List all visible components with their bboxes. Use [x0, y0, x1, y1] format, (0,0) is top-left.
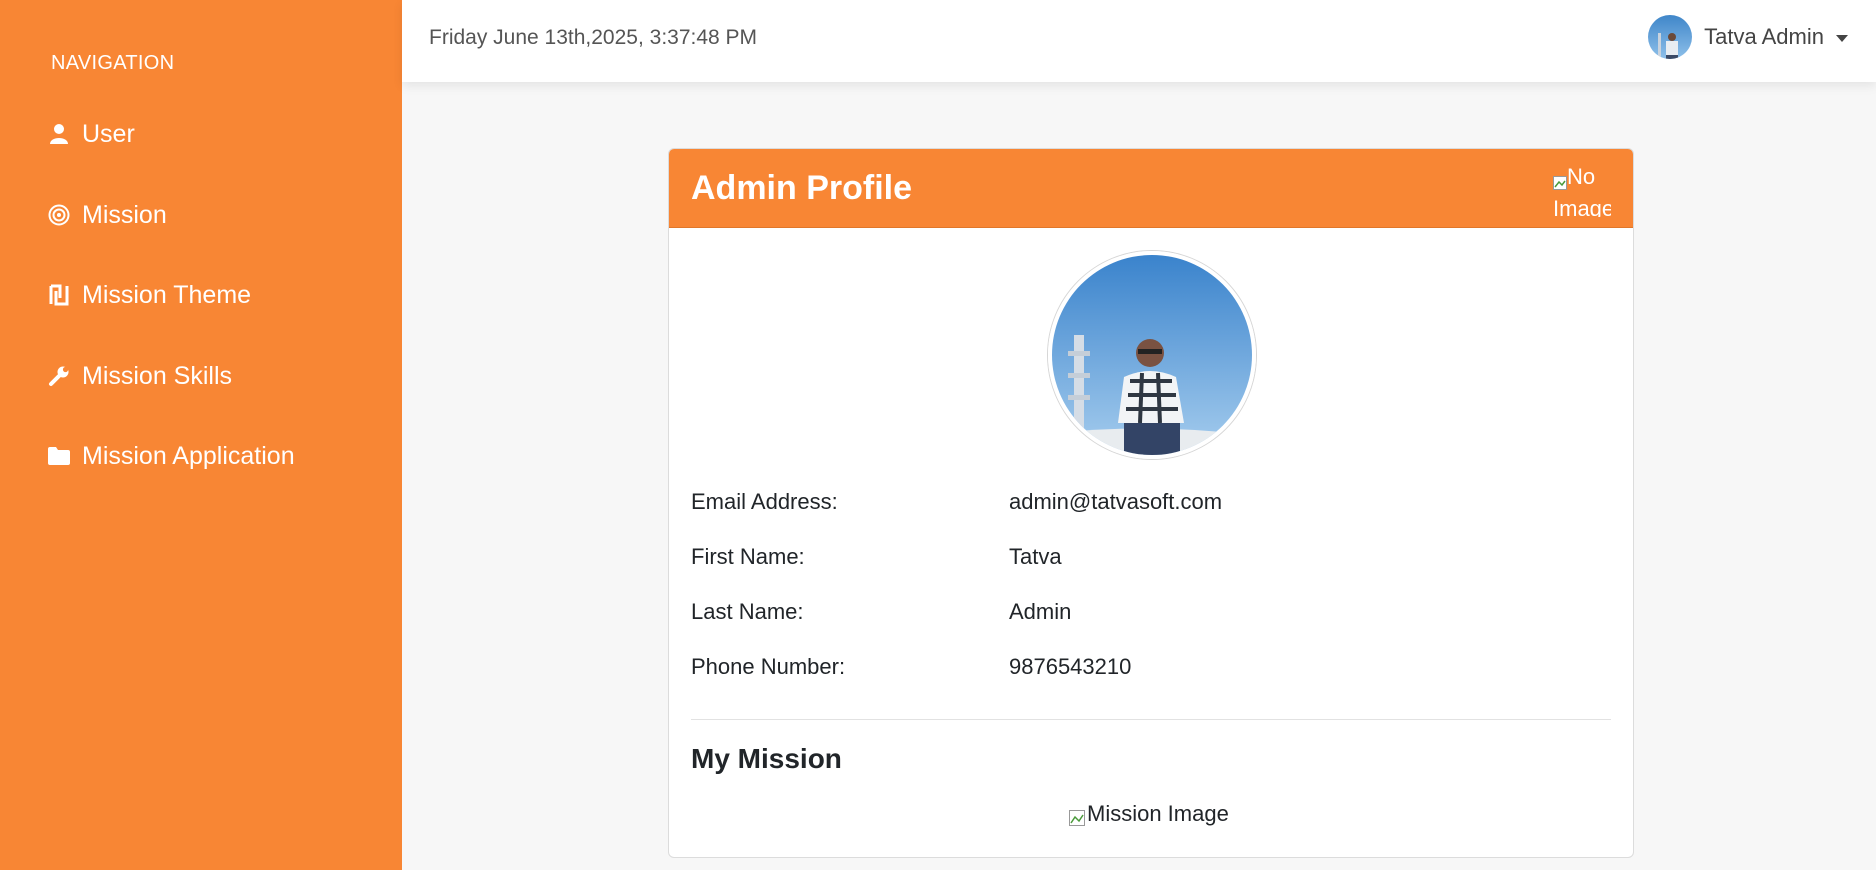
- field-label: Last Name:: [691, 599, 804, 624]
- user-name: Tatva Admin: [1704, 24, 1824, 49]
- sidebar-item-mission-skills[interactable]: Mission Skills: [48, 356, 232, 396]
- field-label: Phone Number:: [691, 654, 846, 679]
- target-icon: [48, 204, 70, 226]
- field-value: 9876543210: [1009, 654, 1132, 679]
- topbar: Friday June 13th,2025, 3:37:48 PM Tatva …: [402, 0, 1876, 82]
- sidebar-item-label: Mission Theme: [82, 280, 252, 309]
- avatar: [1648, 15, 1693, 59]
- sidebar-item-mission-theme[interactable]: Mission Theme: [48, 275, 251, 315]
- folder-icon: [48, 445, 70, 467]
- broken-image-icon: [1069, 806, 1085, 826]
- chevron-down-icon: [1836, 34, 1848, 42]
- user-menu-dropdown[interactable]: Tatva Admin: [1648, 15, 1848, 59]
- mission-image-alt: Mission Image: [1087, 801, 1229, 826]
- field-label: Email Address:: [691, 489, 838, 514]
- header-image: No Image: [1553, 161, 1611, 217]
- theme-icon: [48, 284, 70, 306]
- sidebar-item-user[interactable]: User: [48, 114, 135, 154]
- sidebar-item-label: Mission: [82, 200, 167, 229]
- mission-image: Mission Image: [1069, 801, 1229, 827]
- datetime: Friday June 13th,2025, 3:37:48 PM: [429, 26, 758, 49]
- field-value: Admin: [1009, 599, 1072, 624]
- section-title: My Mission: [691, 743, 842, 774]
- sidebar-item-label: User: [82, 119, 135, 148]
- sidebar-item-mission-application[interactable]: Mission Application: [48, 436, 295, 476]
- field-value: Tatva: [1009, 544, 1062, 569]
- user-icon: [48, 123, 70, 145]
- wrench-icon: [48, 365, 70, 387]
- sidebar-item-label: Mission Application: [82, 441, 295, 470]
- broken-image-icon: [1553, 167, 1567, 190]
- page-title: Admin Profile: [691, 169, 913, 207]
- sidebar: NAVIGATION User Mission Mission Theme Mi…: [0, 0, 402, 870]
- field-label: First Name:: [691, 544, 805, 569]
- card-header: Admin Profile No Image: [669, 149, 1633, 228]
- admin-profile-card: Admin Profile No Image Email Address: ad…: [668, 148, 1634, 858]
- divider: [691, 719, 1611, 720]
- nav-heading: NAVIGATION: [51, 52, 175, 74]
- sidebar-item-label: Mission Skills: [82, 361, 233, 390]
- field-value: admin@tatvasoft.com: [1009, 489, 1223, 514]
- sidebar-item-mission[interactable]: Mission: [48, 195, 167, 235]
- profile-photo: [1048, 251, 1256, 459]
